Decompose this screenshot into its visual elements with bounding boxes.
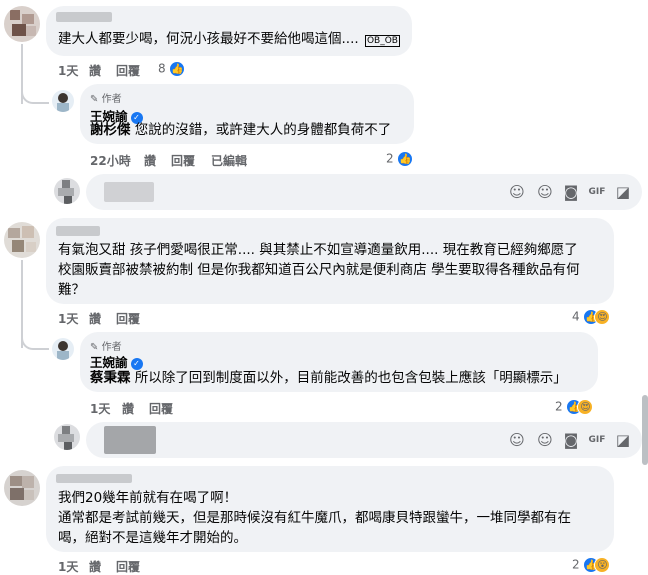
- sticker-icon[interactable]: ◪: [614, 431, 632, 449]
- reply-text: 謝杉傑 您說的沒錯，或許建大人的身體都負荷不了: [90, 122, 392, 138]
- commenter-avatar[interactable]: [4, 470, 40, 506]
- gif-icon[interactable]: GIF: [588, 183, 606, 201]
- like-button[interactable]: 讚: [89, 558, 101, 575]
- reaction-count[interactable]: 2 👍: [386, 151, 414, 167]
- comment-time[interactable]: 1天: [58, 310, 78, 327]
- reply-button[interactable]: 回覆: [116, 310, 140, 327]
- input-draft-blur: [104, 426, 156, 454]
- reply-button[interactable]: 回覆: [171, 152, 195, 169]
- reaction-count[interactable]: 2 👍😮: [572, 557, 611, 573]
- comment-input[interactable]: ☺ ☺ ◙ GIF ◪: [86, 174, 642, 210]
- pencil-icon: ✎: [90, 94, 99, 105]
- author-avatar[interactable]: [52, 338, 74, 360]
- commenter-name[interactable]: [56, 226, 100, 236]
- smiley-icon[interactable]: ☺: [536, 183, 554, 201]
- emoji-sticker-icon[interactable]: ☺: [508, 183, 526, 201]
- scrollbar[interactable]: [642, 395, 648, 465]
- commenter-name[interactable]: [56, 12, 112, 22]
- author-tag: ✎ 作者: [90, 94, 122, 105]
- emoji-sticker-icon[interactable]: ☺: [508, 431, 526, 449]
- like-reaction-icon: 👍: [169, 61, 186, 77]
- comment-text: 有氣泡又甜 孩子們愛喝很正常.... 與其禁止不如宣導適量飲用.... 現在教育…: [58, 242, 580, 298]
- reply-button[interactable]: 回覆: [149, 400, 173, 417]
- gif-icon[interactable]: GIF: [588, 431, 606, 449]
- like-button[interactable]: 讚: [89, 310, 101, 327]
- like-reaction-icon: 👍: [397, 151, 414, 167]
- comment-time[interactable]: 1天: [58, 62, 78, 79]
- commenter-avatar[interactable]: [4, 222, 40, 258]
- comment-actions: 1天 讚 回覆: [58, 310, 198, 326]
- commenter-avatar[interactable]: [4, 6, 40, 42]
- comment-input[interactable]: ☺ ☺ ◙ GIF ◪: [86, 422, 642, 458]
- edited-label[interactable]: 已編輯: [211, 152, 247, 169]
- like-button[interactable]: 讚: [122, 400, 134, 417]
- reply-time[interactable]: 22小時: [90, 152, 131, 169]
- mention-link[interactable]: 蔡秉霖: [90, 370, 131, 386]
- reply-button[interactable]: 回覆: [116, 558, 140, 575]
- thread-connector: [21, 80, 49, 104]
- comment-time[interactable]: 1天: [58, 558, 78, 575]
- reply-button[interactable]: 回覆: [116, 62, 140, 79]
- camera-icon[interactable]: ◙: [562, 183, 580, 201]
- reply-actions: 22小時 讚 回覆 已編輯: [90, 152, 270, 168]
- commenter-name[interactable]: [56, 474, 132, 483]
- reply-actions: 1天 讚 回覆: [90, 400, 230, 416]
- care-reaction-icon: 😍: [577, 399, 594, 415]
- reaction-count[interactable]: 8 👍: [158, 61, 186, 77]
- current-user-avatar: [54, 424, 80, 450]
- like-button[interactable]: 讚: [144, 152, 156, 169]
- reaction-count[interactable]: 2 👍😍: [555, 399, 594, 415]
- reaction-count[interactable]: 4 👍😍: [572, 309, 611, 325]
- thread-connector: [21, 326, 49, 350]
- comment-text: 建大人都要少喝，何況小孩最好不要給他喝這個.... OB_OB: [58, 31, 400, 47]
- camera-icon[interactable]: ◙: [562, 431, 580, 449]
- sticker-icon[interactable]: ◪: [614, 183, 632, 201]
- wow-reaction-icon: 😮: [594, 557, 611, 573]
- author-tag: ✎ 作者: [90, 342, 122, 353]
- reply-time[interactable]: 1天: [90, 400, 110, 417]
- care-reaction-icon: 😍: [594, 309, 611, 325]
- mention-link[interactable]: 謝杉傑: [90, 122, 131, 138]
- input-draft-blur: [104, 182, 154, 202]
- current-user-avatar: [54, 178, 80, 204]
- smiley-icon[interactable]: ☺: [536, 431, 554, 449]
- author-avatar[interactable]: [52, 90, 74, 112]
- kaomoji: OB_OB: [364, 35, 400, 47]
- reply-text: 蔡秉霖 所以除了回到制度面以外，目前能改善的也包含包裝上應該「明顯標示」: [90, 370, 567, 386]
- comment-actions: 1天 讚 回覆: [58, 558, 198, 574]
- like-button[interactable]: 讚: [89, 62, 101, 79]
- comment-text: 我們20幾年前就有在喝了啊！ 通常都是考試前幾天，但是那時候沒有紅牛魔爪，都喝康…: [58, 490, 571, 546]
